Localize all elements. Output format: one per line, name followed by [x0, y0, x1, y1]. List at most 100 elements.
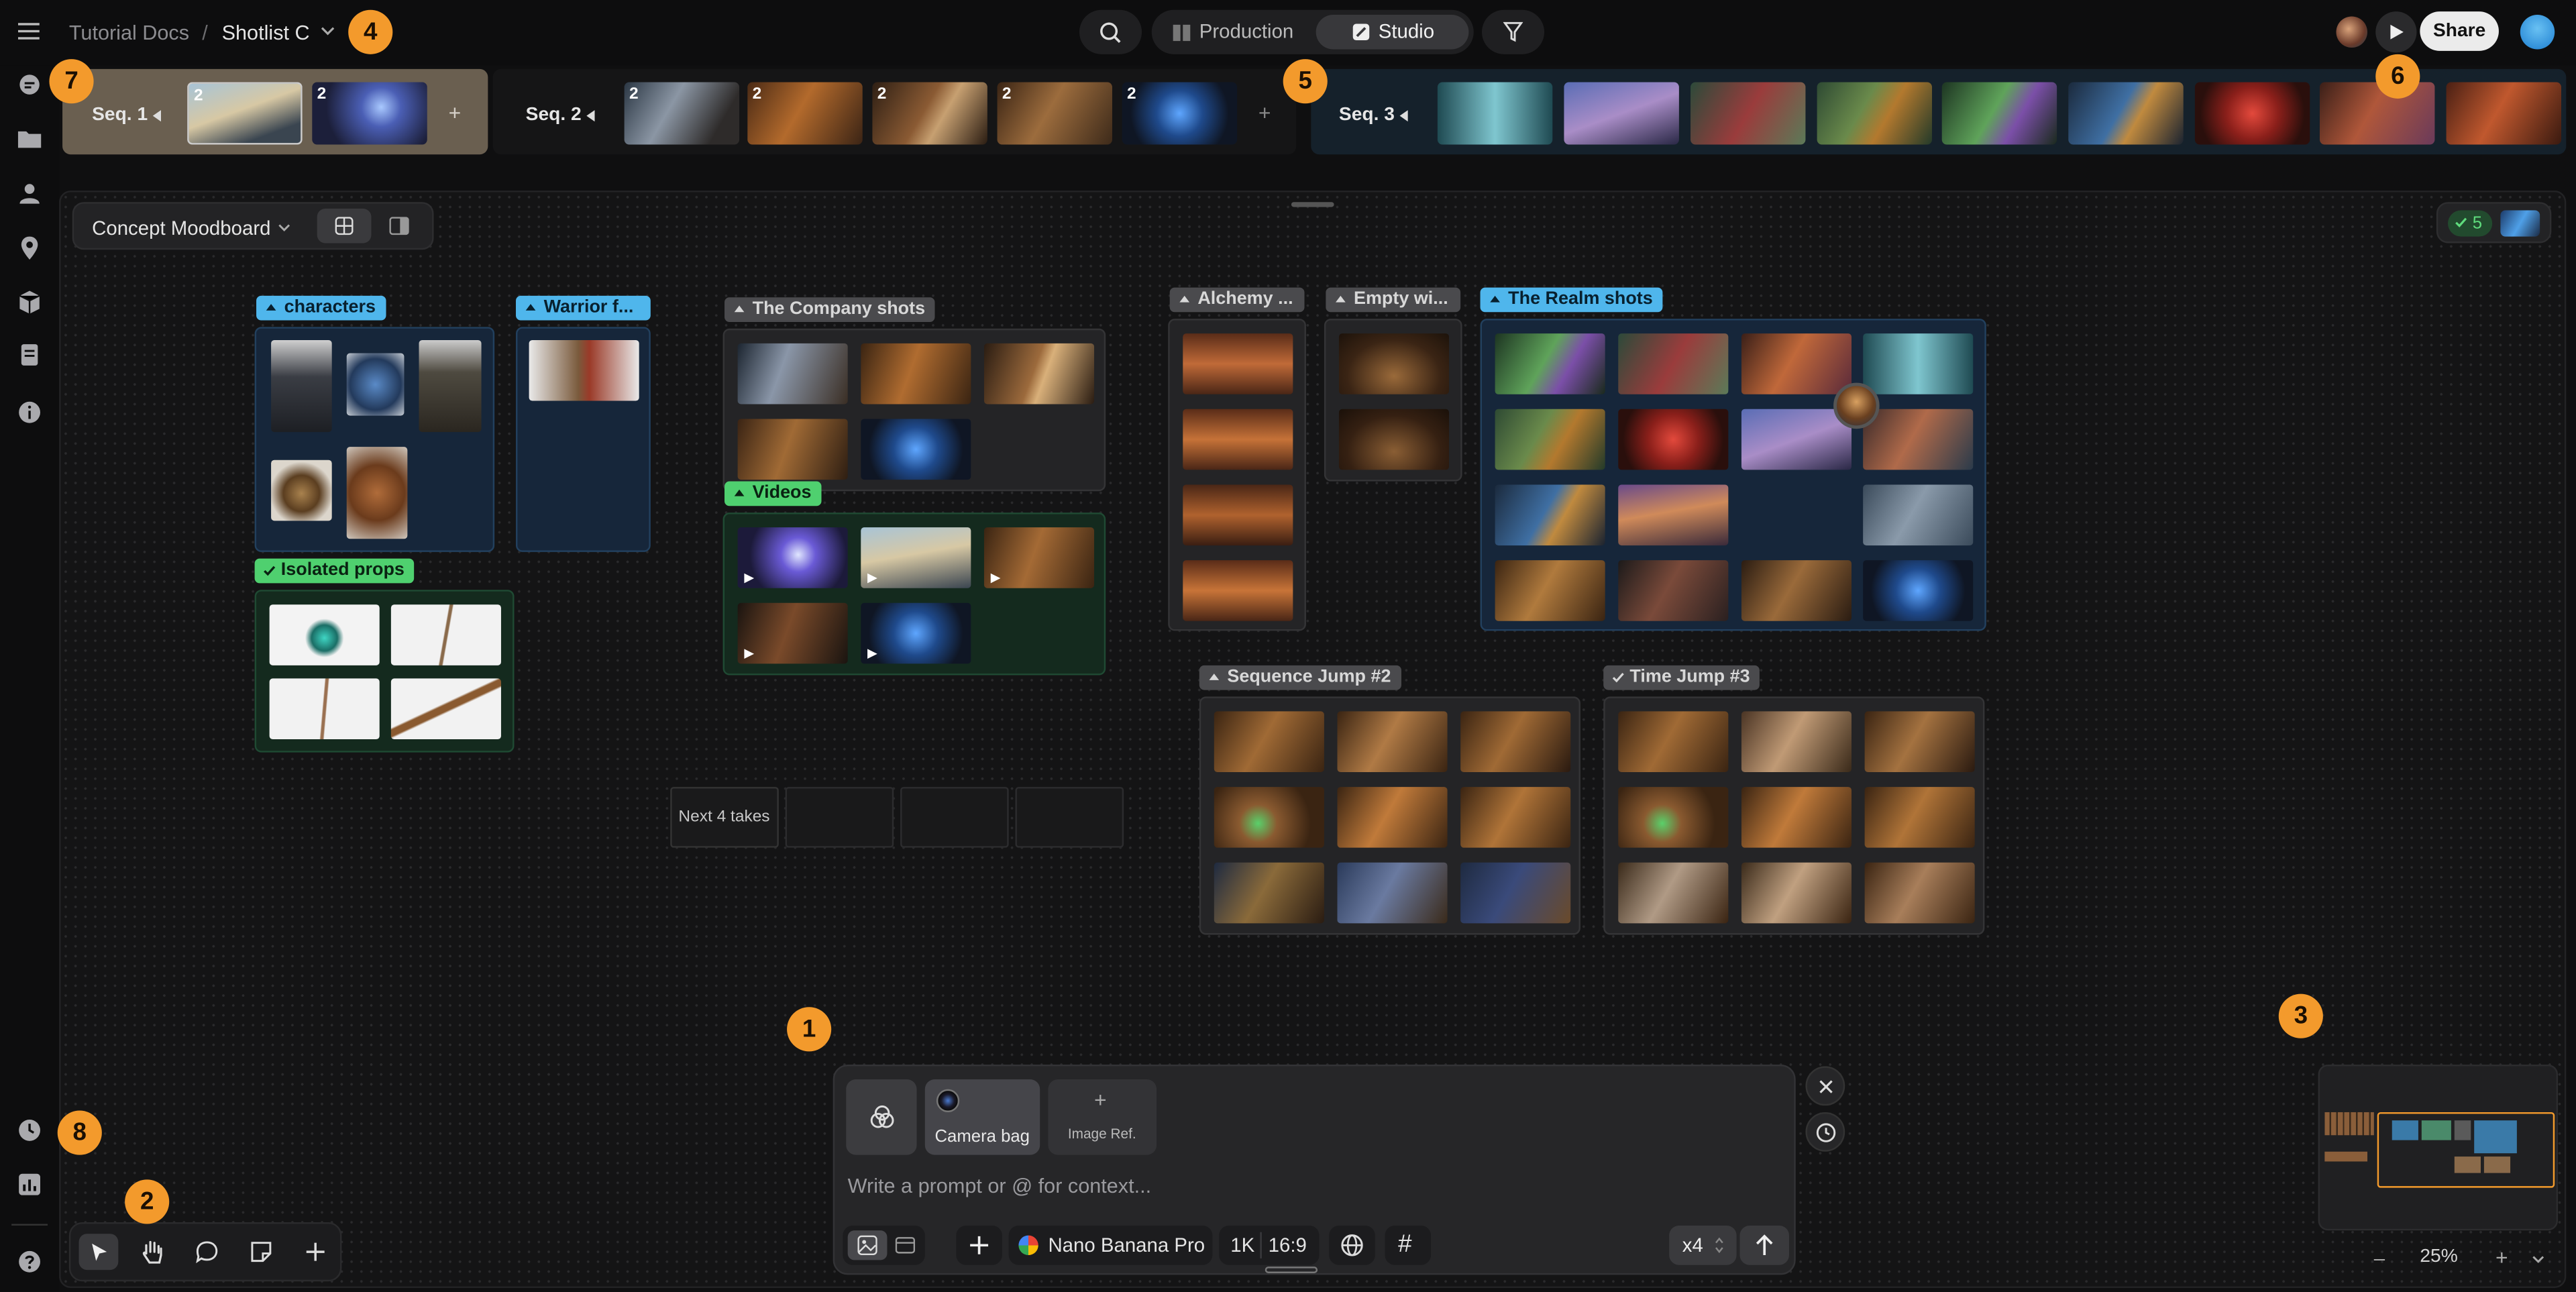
shot-thumbnail[interactable] — [2194, 82, 2310, 145]
image-mode-toggle[interactable] — [843, 1225, 925, 1265]
image-card[interactable] — [1618, 787, 1729, 848]
group-tag[interactable]: Time Jump #3 — [1603, 665, 1760, 690]
image-card[interactable] — [390, 604, 501, 665]
group-tag[interactable]: Empty wi... — [1326, 287, 1461, 313]
minimap-viewport[interactable] — [2377, 1112, 2555, 1188]
shot-thumbnail[interactable]: 2 — [1122, 82, 1238, 145]
image-card[interactable] — [529, 339, 639, 401]
image-card[interactable] — [1495, 484, 1605, 546]
image-card[interactable] — [1618, 711, 1729, 773]
image-card[interactable] — [861, 419, 971, 480]
group-tag[interactable]: Alchemy ... — [1169, 287, 1305, 313]
select-tool[interactable] — [78, 1234, 119, 1271]
group-tag[interactable]: characters — [256, 295, 386, 321]
image-card[interactable] — [737, 419, 848, 480]
canvas-drag-handle[interactable] — [1291, 202, 1334, 207]
image-card[interactable] — [1618, 409, 1729, 470]
shot-thumbnail[interactable]: 2 — [187, 82, 303, 145]
image-card[interactable] — [269, 604, 380, 665]
empty-slot[interactable] — [785, 787, 894, 848]
hand-tool[interactable] — [133, 1234, 172, 1270]
image-card[interactable] — [1183, 333, 1293, 394]
shot-thumbnail[interactable] — [1690, 82, 1806, 145]
image-card[interactable] — [346, 447, 408, 539]
image-card[interactable] — [1337, 787, 1448, 848]
video-card[interactable] — [737, 602, 848, 664]
image-card[interactable] — [1618, 862, 1729, 924]
group-empty[interactable] — [1324, 319, 1462, 482]
shot-thumbnail[interactable] — [1941, 82, 2057, 145]
zoom-out-button[interactable]: – — [2374, 1247, 2385, 1270]
menu-icon[interactable] — [17, 21, 41, 41]
group-alchemy[interactable] — [1168, 319, 1306, 631]
avatar[interactable] — [2336, 16, 2368, 48]
zoom-level[interactable]: 25% — [2420, 1247, 2457, 1267]
empty-slot[interactable] — [1015, 787, 1124, 848]
video-card[interactable] — [737, 527, 848, 588]
group-time-jump[interactable] — [1603, 696, 1985, 935]
group-tag[interactable]: Isolated props — [254, 558, 415, 584]
submit-button[interactable] — [1739, 1225, 1789, 1265]
camera-bag-button[interactable]: Camera bag — [924, 1079, 1040, 1155]
comment-tool[interactable] — [187, 1234, 227, 1270]
shot-thumbnail[interactable]: 2 — [624, 82, 740, 145]
sequence-1[interactable]: Seq. 1 2 2 + — [62, 68, 488, 155]
info-icon[interactable] — [16, 399, 42, 425]
image-card[interactable] — [1183, 560, 1293, 621]
globe-button[interactable] — [1329, 1225, 1375, 1265]
shot-thumbnail[interactable]: 2 — [312, 82, 427, 145]
play-button[interactable] — [2375, 11, 2417, 53]
sequence-2[interactable]: Seq. 2 2 2 2 2 2 + — [492, 68, 1297, 155]
add-button[interactable] — [956, 1225, 1002, 1265]
image-card[interactable] — [1618, 560, 1729, 621]
image-card[interactable] — [1618, 333, 1729, 394]
image-card[interactable] — [1214, 862, 1324, 924]
image-card[interactable] — [1741, 787, 1852, 848]
image-card[interactable] — [271, 339, 332, 433]
group-tag[interactable]: Warrior f... — [515, 295, 651, 321]
image-card[interactable] — [346, 353, 405, 416]
image-card[interactable] — [1741, 862, 1852, 924]
group-characters[interactable] — [254, 327, 495, 552]
shot-thumbnail[interactable] — [1437, 82, 1553, 145]
group-tag[interactable]: The Company shots — [724, 297, 935, 323]
video-card[interactable] — [983, 527, 1095, 588]
image-card[interactable] — [861, 343, 971, 405]
count-selector[interactable]: x4 — [1669, 1225, 1737, 1265]
document-icon[interactable] — [16, 341, 42, 368]
style-button[interactable] — [846, 1079, 917, 1155]
image-card[interactable] — [1741, 560, 1852, 621]
add-tool[interactable] — [296, 1234, 335, 1270]
next-takes-slot[interactable]: Next 4 takes — [670, 787, 779, 848]
resolution-aspect-selector[interactable]: 1K 16:9 — [1219, 1225, 1320, 1265]
shot-thumbnail[interactable] — [2319, 82, 2435, 145]
chevron-down-icon[interactable] — [321, 26, 335, 36]
close-composer-button[interactable] — [1805, 1066, 1845, 1106]
model-selector[interactable]: Nano Banana Pro — [1008, 1225, 1213, 1265]
image-card[interactable] — [737, 343, 848, 405]
image-card[interactable] — [1460, 787, 1571, 848]
image-card[interactable] — [1460, 711, 1571, 773]
image-card[interactable] — [1337, 862, 1448, 924]
shot-thumbnail[interactable] — [1817, 82, 1933, 145]
image-card[interactable] — [1864, 862, 1975, 924]
image-card[interactable] — [390, 678, 501, 740]
image-card[interactable] — [419, 339, 482, 433]
image-card[interactable] — [1741, 333, 1852, 394]
shot-thumbnail[interactable] — [2446, 82, 2561, 145]
image-card[interactable] — [1337, 711, 1448, 773]
image-card[interactable] — [1863, 560, 1974, 621]
stats-icon[interactable] — [16, 1171, 42, 1197]
empty-slot[interactable] — [900, 787, 1009, 848]
group-tag[interactable]: The Realm shots — [1480, 287, 1663, 313]
image-card[interactable] — [1214, 787, 1324, 848]
image-card[interactable] — [1863, 333, 1974, 394]
location-pin-icon[interactable] — [16, 235, 42, 261]
minimap[interactable] — [2318, 1064, 2559, 1231]
shot-thumbnail[interactable]: 2 — [872, 82, 987, 145]
breadcrumb-shotlist[interactable]: Shotlist C — [222, 21, 310, 44]
person-icon[interactable] — [16, 180, 42, 207]
group-isolated-props[interactable] — [254, 590, 515, 753]
image-card[interactable] — [1864, 787, 1975, 848]
image-card[interactable] — [1741, 711, 1852, 773]
